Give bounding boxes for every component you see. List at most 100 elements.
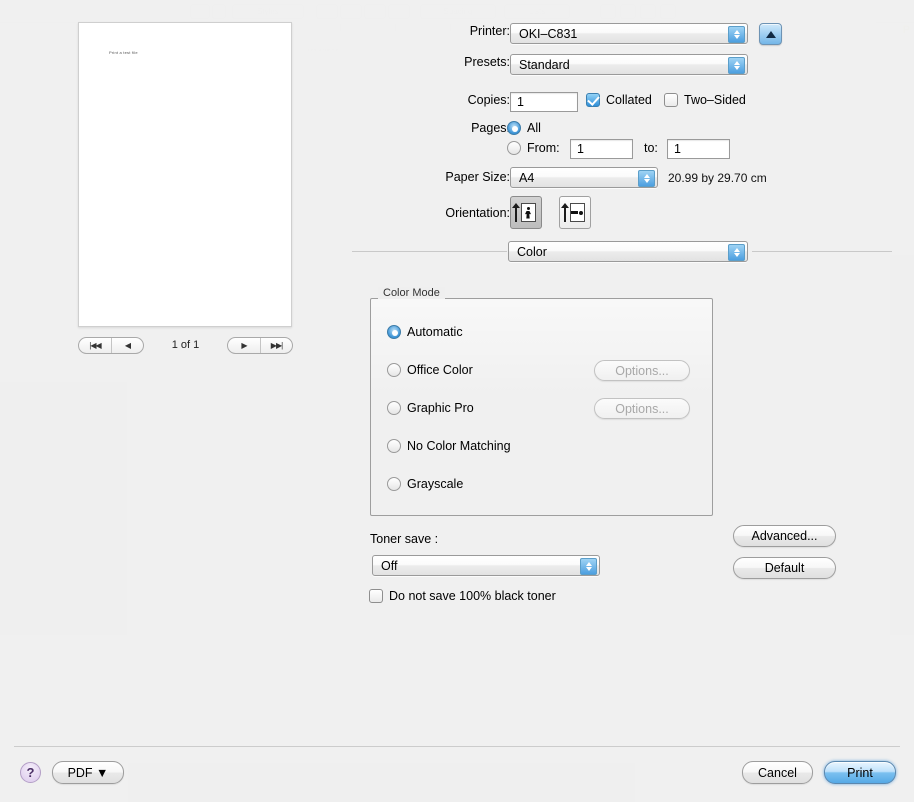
toner-save-label: Toner save : bbox=[370, 532, 439, 546]
preview-page-indicator: 1 of 1 bbox=[171, 339, 200, 351]
color-mode-label-automatic: Automatic bbox=[407, 325, 463, 339]
presets-label: Presets: bbox=[464, 55, 510, 69]
printer-dropdown-value: OKI–C831 bbox=[519, 26, 578, 41]
two-sided-label: Two–Sided bbox=[684, 93, 746, 107]
graphic-pro-options-label: Options... bbox=[615, 401, 669, 416]
color-mode-option-office-color[interactable]: Office Color bbox=[387, 363, 473, 377]
radio-no-color-matching[interactable] bbox=[387, 439, 401, 453]
chevron-updown-icon bbox=[728, 57, 745, 74]
pages-all-label: All bbox=[527, 121, 541, 135]
printer-label-wrap: Printer: bbox=[380, 24, 510, 38]
presets-dropdown[interactable]: Standard bbox=[510, 54, 748, 75]
color-mode-label-grayscale: Grayscale bbox=[407, 477, 464, 491]
color-mode-label-graphic-pro: Graphic Pro bbox=[407, 401, 474, 415]
pages-from-input[interactable]: 1 bbox=[570, 139, 633, 159]
orientation-portrait-button[interactable] bbox=[510, 196, 542, 229]
arrow-up-icon bbox=[561, 203, 569, 222]
radio-graphic-pro[interactable] bbox=[387, 401, 401, 415]
collated-label: Collated bbox=[606, 93, 652, 107]
pages-from-label: From: bbox=[527, 141, 560, 155]
printer-dropdown[interactable]: OKI–C831 bbox=[510, 23, 748, 44]
person-icon bbox=[525, 206, 531, 219]
office-color-options-button[interactable]: Options... bbox=[594, 360, 690, 381]
default-button-label: Default bbox=[764, 561, 805, 575]
pages-to-label: to: bbox=[644, 141, 658, 155]
pdf-button-label: PDF ▼ bbox=[67, 765, 109, 780]
print-dialog-screen: Styles Spacing Lists P Print a test f bbox=[0, 0, 914, 802]
pdf-button[interactable]: PDF ▼ bbox=[52, 761, 124, 784]
color-mode-label-office-color: Office Color bbox=[407, 363, 473, 377]
pages-from-radio[interactable] bbox=[507, 141, 521, 155]
preview-nav-back-group[interactable]: |◀◀ ◀ bbox=[78, 336, 144, 354]
toner-save-dropdown[interactable]: Off bbox=[372, 555, 600, 576]
black-toner-checkbox-row[interactable]: Do not save 100% black toner bbox=[369, 589, 556, 603]
landscape-mark-icon bbox=[571, 210, 583, 215]
advanced-button-label: Advanced... bbox=[751, 529, 818, 543]
pages-all-radio[interactable] bbox=[507, 121, 521, 135]
chevron-updown-icon bbox=[728, 26, 745, 43]
presets-label-wrap: Presets: bbox=[380, 55, 510, 69]
landscape-page-icon bbox=[569, 203, 585, 222]
copies-input-value: 1 bbox=[517, 95, 524, 109]
preview-last-page-button[interactable]: ▶▶| bbox=[260, 337, 292, 353]
preview-navigation: |◀◀ ◀ 1 of 1 ▶ ▶▶| bbox=[78, 336, 293, 354]
chevron-updown-icon bbox=[638, 170, 655, 187]
radio-automatic[interactable] bbox=[387, 325, 401, 339]
arrow-up-icon bbox=[512, 203, 520, 222]
graphic-pro-options-button[interactable]: Options... bbox=[594, 398, 690, 419]
pages-label: Pages: bbox=[471, 121, 510, 135]
pages-all-radio-row[interactable]: All bbox=[507, 121, 541, 135]
print-preview-page: Print a test file bbox=[78, 22, 292, 327]
pages-label-wrap: Pages: bbox=[380, 121, 510, 135]
black-toner-checkbox[interactable] bbox=[369, 589, 383, 603]
preview-first-page-button[interactable]: |◀◀ bbox=[79, 338, 111, 353]
radio-grayscale[interactable] bbox=[387, 477, 401, 491]
print-pane-dropdown[interactable]: Color bbox=[508, 241, 748, 262]
pane-divider-right bbox=[752, 251, 892, 252]
preview-prev-page-button[interactable]: ◀ bbox=[111, 337, 143, 353]
print-pane-dropdown-value: Color bbox=[517, 244, 547, 259]
paper-size-dropdown[interactable]: A4 bbox=[510, 167, 658, 188]
orientation-label: Orientation: bbox=[445, 206, 510, 220]
preview-next-page-button[interactable]: ▶ bbox=[228, 338, 260, 353]
portrait-page-icon bbox=[520, 203, 536, 222]
preview-nav-forward-group[interactable]: ▶ ▶▶| bbox=[227, 336, 293, 354]
paper-size-label-wrap: Paper Size: bbox=[380, 170, 510, 184]
color-mode-option-no-color-matching[interactable]: No Color Matching bbox=[387, 439, 511, 453]
chevron-updown-icon bbox=[580, 558, 597, 575]
black-toner-label: Do not save 100% black toner bbox=[389, 589, 556, 603]
color-mode-option-graphic-pro[interactable]: Graphic Pro bbox=[387, 401, 474, 415]
default-button[interactable]: Default bbox=[733, 557, 836, 579]
printer-label: Printer: bbox=[469, 24, 510, 38]
color-mode-group-title: Color Mode bbox=[378, 287, 445, 299]
print-button[interactable]: Print bbox=[824, 761, 896, 784]
print-button-label: Print bbox=[847, 765, 873, 780]
collated-checkbox-row[interactable]: Collated bbox=[586, 93, 652, 107]
collated-checkbox[interactable] bbox=[586, 93, 600, 107]
color-mode-option-automatic[interactable]: Automatic bbox=[387, 325, 463, 339]
pages-to-input-value: 1 bbox=[674, 142, 681, 156]
pages-from-radio-row[interactable]: From: bbox=[507, 141, 560, 155]
pages-to-input[interactable]: 1 bbox=[667, 139, 730, 159]
printer-expand-button[interactable] bbox=[759, 23, 782, 45]
two-sided-checkbox-row[interactable]: Two–Sided bbox=[664, 93, 746, 107]
color-mode-label-no-color-matching: No Color Matching bbox=[407, 439, 511, 453]
toner-save-dropdown-value: Off bbox=[381, 558, 398, 573]
pages-to-label-wrap: to: bbox=[644, 141, 658, 155]
color-mode-option-grayscale[interactable]: Grayscale bbox=[387, 477, 463, 491]
paper-size-label: Paper Size: bbox=[445, 170, 510, 184]
orientation-landscape-button[interactable] bbox=[559, 196, 591, 229]
chevron-updown-icon bbox=[728, 244, 745, 261]
triangle-up-icon bbox=[765, 30, 776, 38]
question-mark-icon: ? bbox=[26, 765, 35, 780]
pane-divider-left bbox=[352, 251, 507, 252]
pages-from-input-value: 1 bbox=[577, 142, 584, 156]
radio-office-color[interactable] bbox=[387, 363, 401, 377]
copies-input[interactable]: 1 bbox=[510, 92, 578, 112]
cancel-button[interactable]: Cancel bbox=[742, 761, 813, 784]
advanced-button[interactable]: Advanced... bbox=[733, 525, 836, 547]
presets-dropdown-value: Standard bbox=[519, 57, 570, 72]
help-button[interactable]: ? bbox=[20, 762, 41, 783]
two-sided-checkbox[interactable] bbox=[664, 93, 678, 107]
preview-page-text: Print a test file bbox=[109, 50, 138, 55]
